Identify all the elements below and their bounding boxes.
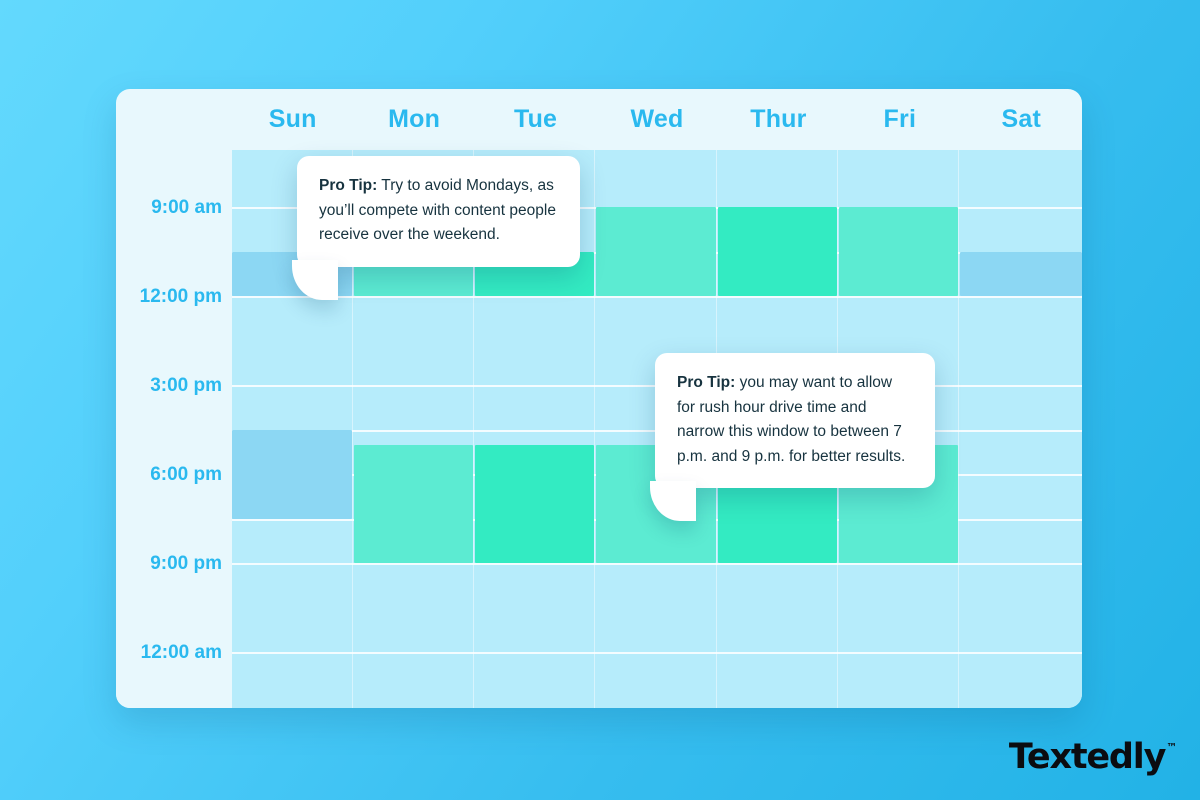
day-header-sat[interactable]: Sat	[961, 89, 1082, 150]
day-label: Wed	[630, 105, 684, 133]
tooltip-label: Pro Tip:	[677, 374, 736, 391]
calendar-grid-body: 9:00 am 12:00 pm 3:00 pm 6:00 pm 9:00 pm…	[116, 150, 1082, 708]
slot-tue-evening[interactable]	[475, 445, 594, 563]
gridline-12am	[232, 652, 1082, 654]
day-label: Thur	[750, 105, 807, 133]
slot-sun-evening[interactable]	[232, 430, 352, 519]
day-label: Fri	[883, 105, 917, 133]
tooltip-label: Pro Tip:	[319, 177, 378, 194]
day-header-mon[interactable]: Mon	[353, 89, 474, 150]
day-header-row: Sun Mon Tue Wed Thur Fri Sat	[116, 89, 1082, 150]
day-label: Sat	[1001, 105, 1041, 133]
trademark-icon: ™	[1166, 741, 1177, 754]
time-gutter: 9:00 am 12:00 pm 3:00 pm 6:00 pm 9:00 pm…	[116, 150, 232, 708]
gridline-9pm	[232, 563, 1082, 565]
time-label-9pm: 9:00 pm	[150, 553, 222, 574]
day-header-tue[interactable]: Tue	[475, 89, 596, 150]
day-header-sun[interactable]: Sun	[232, 89, 353, 150]
brand-name: Textedly	[1008, 737, 1166, 777]
day-label: Sun	[268, 105, 317, 133]
header-corner-spacer	[116, 89, 232, 150]
time-label-9am: 9:00 am	[151, 197, 222, 218]
slot-mon-evening[interactable]	[354, 445, 473, 563]
time-label-3pm: 3:00 pm	[150, 375, 222, 396]
day-label: Mon	[388, 105, 441, 133]
slot-wed-morning[interactable]	[596, 207, 716, 296]
calendar-card: Sun Mon Tue Wed Thur Fri Sat 9:00 am 12:…	[116, 89, 1082, 708]
day-header-wed[interactable]: Wed	[596, 89, 717, 150]
day-header-thur[interactable]: Thur	[718, 89, 839, 150]
tooltip-monday: Pro Tip: Try to avoid Mondays, as you’ll…	[292, 156, 580, 300]
column-sat	[959, 150, 1082, 708]
time-label-12am: 12:00 am	[140, 642, 222, 663]
slot-thur-morning[interactable]	[718, 207, 837, 296]
slot-sat-late-morning[interactable]	[960, 252, 1082, 296]
tooltip-evening: Pro Tip: you may want to allow for rush …	[650, 353, 935, 521]
brand-logo: Textedly ™	[1008, 737, 1177, 777]
time-label-6pm: 6:00 pm	[150, 464, 222, 485]
slot-fri-morning[interactable]	[839, 207, 958, 296]
time-label-12pm: 12:00 pm	[139, 286, 222, 307]
gridline-12pm	[232, 296, 1082, 298]
day-label: Tue	[513, 105, 558, 133]
day-header-fri[interactable]: Fri	[839, 89, 960, 150]
